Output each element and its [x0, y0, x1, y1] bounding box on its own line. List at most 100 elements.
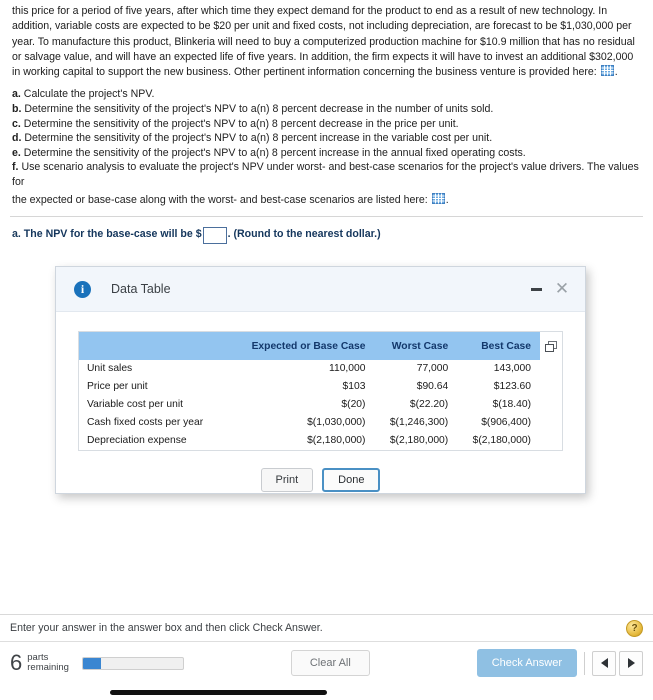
minimize-icon[interactable]	[525, 278, 547, 300]
table-header-expected: Expected or Base Case	[229, 332, 375, 360]
question-area: this price for a period of five years, a…	[0, 0, 653, 245]
grid-table-icon[interactable]	[600, 65, 614, 77]
answer-part-letter: a.	[12, 228, 21, 241]
progress-bar-fill	[82, 657, 101, 669]
close-icon[interactable]: ✕	[551, 278, 573, 300]
question-part-e: e. Determine the sensitivity of the proj…	[12, 146, 641, 161]
table-row: Variable cost per unit $(20) $(22.20) $(…	[79, 396, 562, 414]
parts-remaining-count: 6	[10, 650, 23, 675]
cell-unit-sales-best: 143,000	[493, 363, 531, 374]
done-button[interactable]: Done	[322, 468, 381, 492]
part-text-b: Determine the sensitivity of the project…	[24, 103, 494, 116]
triangle-right-icon	[627, 658, 635, 668]
cell-depreciation-best: $(2,180,000)	[472, 435, 531, 446]
part-f-tail-text: the expected or base-case along with the…	[12, 193, 428, 206]
dialog-button-row: Print Done	[78, 468, 563, 492]
table-row: Unit sales 110,000 77,000 143,000	[79, 360, 562, 378]
data-table-dialog: i Data Table ✕ Expected or Base Case Wor…	[55, 266, 586, 494]
cell-price-best: $123.60	[493, 381, 531, 392]
parts-remaining-label: parts remaining	[27, 652, 69, 674]
cell-fixedcost-worst: $(1,246,300)	[389, 417, 449, 428]
part-letter-f: f.	[12, 161, 19, 174]
table-header-best: Best Case	[457, 332, 540, 360]
previous-part-button[interactable]	[592, 650, 616, 676]
row-label-variable-cost: Variable cost per unit	[87, 399, 183, 410]
toolbar-right: Check Answer	[476, 649, 643, 677]
question-part-f: f. Use scenario analysis to evaluate the…	[12, 160, 641, 207]
table-row: Depreciation expense $(2,180,000) $(2,18…	[79, 432, 562, 450]
table-row: Cash fixed costs per year $(1,030,000) $…	[79, 414, 562, 432]
part-letter-b: b.	[12, 103, 22, 116]
part-f-tail-line: the expected or base-case along with the…	[12, 192, 641, 208]
question-intro-trailing: .	[614, 66, 618, 79]
toolbar-divider	[584, 651, 585, 675]
part-text-f: Use scenario analysis to evaluate the pr…	[12, 161, 639, 189]
part-text-c: Determine the sensitivity of the project…	[23, 117, 459, 130]
question-intro-text: this price for a period of five years, a…	[12, 5, 635, 79]
toolbar-center: Clear All	[184, 650, 477, 676]
cell-unit-sales-worst: 77,000	[416, 363, 449, 374]
table-header-worst: Worst Case	[374, 332, 458, 360]
table-header-corner	[79, 332, 230, 360]
part-text-d: Determine the sensitivity of the project…	[24, 132, 493, 145]
home-indicator-bar	[110, 690, 327, 695]
row-label-price-per-unit: Price per unit	[87, 381, 148, 392]
answer-prompt-before: The NPV for the base-case will be $	[23, 228, 202, 241]
cell-varcost-expected: $(20)	[341, 399, 366, 410]
cell-fixedcost-best: $(906,400)	[481, 417, 531, 428]
question-part-c: c. Determine the sensitivity of the proj…	[12, 117, 641, 132]
row-label-depreciation: Depreciation expense	[87, 435, 187, 446]
part-letter-a: a.	[12, 88, 21, 101]
cell-varcost-best: $(18.40)	[492, 399, 531, 410]
status-message: Enter your answer in the answer box and …	[10, 622, 323, 634]
cell-depreciation-worst: $(2,180,000)	[389, 435, 449, 446]
row-label-unit-sales: Unit sales	[87, 363, 133, 374]
cell-price-expected: $103	[342, 381, 366, 392]
print-button[interactable]: Print	[260, 468, 314, 492]
part-letter-c: c.	[12, 117, 21, 130]
cell-depreciation-expected: $(2,180,000)	[307, 435, 366, 446]
info-circle-icon: i	[74, 280, 91, 298]
scenario-data-table: Expected or Base Case Worst Case Best Ca…	[79, 332, 562, 450]
question-intro-paragraph: this price for a period of five years, a…	[0, 0, 653, 80]
check-answer-button[interactable]: Check Answer	[476, 649, 577, 677]
cell-spacer	[540, 432, 562, 450]
question-part-b: b. Determine the sensitivity of the proj…	[12, 102, 641, 117]
bottom-toolbar: 6 parts remaining Clear All Check Answer	[0, 642, 653, 684]
parts-label-line2: remaining	[27, 662, 69, 673]
cell-spacer	[540, 378, 562, 396]
help-question-icon[interactable]: ?	[626, 619, 643, 637]
answer-prompt-row: a. The NPV for the base-case will be $ . …	[0, 217, 653, 245]
row-label-cash-fixed-costs: Cash fixed costs per year	[87, 417, 204, 428]
grid-table-icon[interactable]	[431, 192, 445, 204]
question-part-d: d. Determine the sensitivity of the proj…	[12, 131, 641, 146]
triangle-left-icon	[600, 658, 608, 668]
status-bar: Enter your answer in the answer box and …	[0, 615, 653, 641]
progress-bar	[81, 656, 184, 670]
part-letter-e: e.	[12, 146, 21, 159]
cell-fixedcost-expected: $(1,030,000)	[307, 417, 366, 428]
table-row: Price per unit $103 $90.64 $123.60	[79, 378, 562, 396]
cell-spacer	[540, 360, 562, 378]
next-part-button[interactable]	[619, 650, 643, 676]
cell-spacer	[540, 396, 562, 414]
dialog-header: i Data Table ✕	[56, 267, 585, 312]
part-letter-d: d.	[12, 132, 22, 145]
parts-remaining-block: 6 parts remaining	[10, 652, 184, 674]
cell-price-worst: $90.64	[416, 381, 449, 392]
dialog-title: Data Table	[111, 282, 171, 296]
copy-icon[interactable]	[540, 332, 562, 360]
table-header-row: Expected or Base Case Worst Case Best Ca…	[79, 332, 562, 360]
data-table-wrapper: Expected or Base Case Worst Case Best Ca…	[78, 331, 563, 451]
cell-spacer	[540, 414, 562, 432]
cell-unit-sales-expected: 110,000	[329, 363, 366, 374]
part-f-trailing: .	[445, 193, 449, 206]
answer-input-npv[interactable]	[202, 227, 227, 245]
part-text-e: Determine the sensitivity of the project…	[23, 146, 526, 159]
part-text-a: Calculate the project's NPV.	[23, 88, 155, 101]
dialog-body: Expected or Base Case Worst Case Best Ca…	[56, 312, 585, 492]
clear-all-button[interactable]: Clear All	[290, 650, 370, 676]
cell-varcost-worst: $(22.20)	[409, 399, 449, 410]
question-parts-list: a. Calculate the project's NPV. b. Deter…	[0, 80, 653, 207]
answer-prompt-after: . (Round to the nearest dollar.)	[227, 228, 381, 241]
